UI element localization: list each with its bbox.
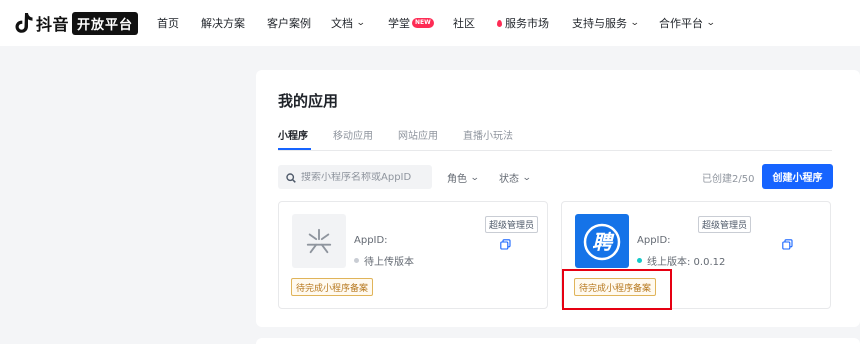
nav-item-home[interactable]: 首页 <box>157 15 179 31</box>
appid-label: AppID: <box>354 235 388 246</box>
new-badge: NEW <box>412 18 434 28</box>
copy-icon[interactable] <box>782 235 793 250</box>
role-badge: 超级管理员 <box>698 216 752 233</box>
secondary-panel <box>256 338 860 344</box>
page-title: 我的应用 <box>278 92 339 110</box>
chevron-down-icon: ⌄ <box>705 18 716 28</box>
nav-item-label: 服务市场 <box>505 17 549 30</box>
chevron-down-icon: ⌄ <box>521 172 532 183</box>
flame-dot-icon <box>497 19 502 27</box>
nav-item-label: 文档 <box>331 17 353 30</box>
version-text: 待上传版本 <box>364 257 414 268</box>
status-filter[interactable]: 状态 ⌄ <box>499 170 532 186</box>
douyin-logo[interactable]: 抖音 开放平台 <box>15 11 139 35</box>
role-badge: 超级管理员 <box>485 216 539 233</box>
top-navbar: 抖音 开放平台 首页 解决方案 客户案例 文档 ⌄ 学堂 NEW 社区 服务市场 支… <box>0 0 860 46</box>
my-apps-panel: 我的应用 小程序 移动应用 网站应用 直播小玩法 角色⌄ 状态⌄ 已创建2/50… <box>256 70 860 327</box>
nav-item-label: 客户案例 <box>267 17 311 30</box>
nav-item-partners[interactable]: 合作平台 ⌄ <box>659 15 716 31</box>
nav-item-label: 支持与服务 <box>572 17 627 30</box>
search-input[interactable] <box>301 171 427 183</box>
highlight-annotation <box>562 269 672 310</box>
nav-item-support[interactable]: 支持与服务 ⌄ <box>572 15 640 31</box>
nav-item-label: 学堂 <box>388 17 410 30</box>
nav-item-service-market[interactable]: 服务市场 <box>497 15 549 31</box>
nav-item-docs[interactable]: 文档 ⌄ <box>331 15 366 31</box>
nav-item-label: 首页 <box>157 17 179 30</box>
role-filter[interactable]: 角色 ⌄ <box>447 170 480 186</box>
nav-item-label: 合作平台 <box>659 17 703 30</box>
pending-filing-button[interactable]: 待完成小程序备案 <box>291 278 374 296</box>
appid-label: AppID: <box>637 235 671 246</box>
create-mini-program-button[interactable]: 创建小程序 <box>762 164 833 189</box>
tab-live-game[interactable]: 直播小玩法 <box>463 127 513 142</box>
nav-item-label: 社区 <box>453 17 475 30</box>
nav-item-label: 解决方案 <box>201 17 245 30</box>
created-count: 已创建2/50 <box>702 174 755 185</box>
active-tab-indicator <box>278 148 311 150</box>
placeholder-icon <box>292 214 346 268</box>
role-filter-label: 角色 <box>447 174 467 185</box>
pin-logo-icon: 聘 <box>575 214 629 268</box>
nav-item-academy[interactable]: 学堂 NEW <box>388 15 434 31</box>
status-dot <box>637 258 642 263</box>
chevron-down-icon: ⌄ <box>469 172 480 183</box>
brand-name: 抖音 <box>36 15 70 34</box>
chevron-down-icon: ⌄ <box>355 18 366 28</box>
chevron-down-icon: ⌄ <box>629 18 640 28</box>
pin-logo-glyph: 聘 <box>592 230 615 254</box>
version-status: 待上传版本 <box>354 253 414 268</box>
search-box[interactable] <box>278 165 432 189</box>
tab-mini-program[interactable]: 小程序 <box>278 127 308 142</box>
status-dot <box>354 258 359 263</box>
app-type-tabs: 小程序 移动应用 网站应用 直播小玩法 <box>278 125 832 151</box>
nav-item-solutions[interactable]: 解决方案 <box>201 15 245 31</box>
tab-website-app[interactable]: 网站应用 <box>398 127 438 142</box>
version-text: 线上版本: 0.0.12 <box>647 257 726 268</box>
version-status: 线上版本: 0.0.12 <box>637 253 725 268</box>
search-icon <box>286 168 296 187</box>
brand-badge: 开放平台 <box>72 11 139 35</box>
douyin-note-icon <box>15 12 33 34</box>
nav-item-community[interactable]: 社区 <box>453 15 475 31</box>
tab-mobile-app[interactable]: 移动应用 <box>333 127 373 142</box>
status-filter-label: 状态 <box>499 174 519 185</box>
copy-icon[interactable] <box>500 235 511 250</box>
app-card[interactable]: AppID: 待上传版本 超级管理员 待完成小程序备案 <box>278 201 548 309</box>
nav-item-cases[interactable]: 客户案例 <box>267 15 311 31</box>
